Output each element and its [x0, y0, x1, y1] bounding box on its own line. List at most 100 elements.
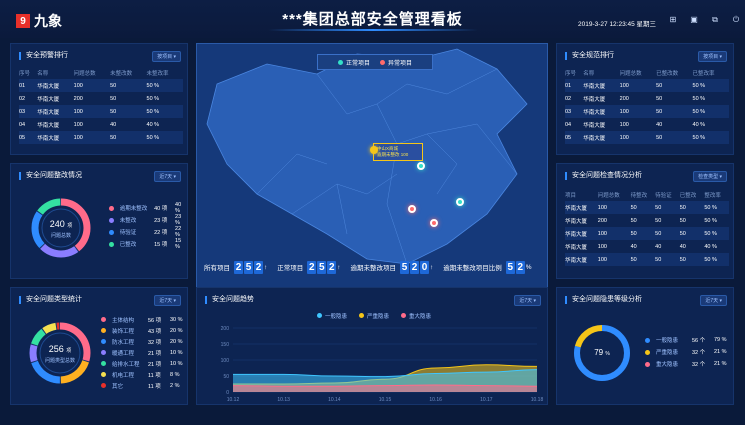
table-row[interactable]: 华南大厦 100 50 50 50 50 %	[565, 227, 729, 240]
legend-dot	[109, 205, 114, 211]
table-cell: 100	[73, 105, 111, 118]
x-tick-label: 10.18	[531, 397, 544, 403]
logo: 9 九象	[16, 11, 62, 31]
table-cell: 华南大厦	[37, 79, 74, 92]
column-header: 问题总数	[619, 70, 642, 77]
table-row[interactable]: 04 华南大厦 100 40 40 %	[19, 118, 183, 131]
inspection-table: 项目 问题总数 待整改 待验证 已整改 整改率 华南大厦 100 50 50 50 50 % 华南大厦 2…	[565, 188, 729, 266]
power-icon[interactable]: ⏻	[731, 15, 741, 25]
window-icon[interactable]: ▣	[689, 15, 699, 25]
table-cell: 40 %	[704, 243, 717, 250]
table-row[interactable]: 华南大厦 100 40 40 40 40 %	[565, 240, 729, 253]
legend-pct: 22 %	[175, 226, 182, 238]
panel-title: 安全规范排行	[565, 52, 614, 60]
types-total: 256 项	[48, 344, 72, 354]
filter-dropdown[interactable]: 近7天 ▾	[514, 295, 541, 306]
x-tick-label: 10.14	[328, 397, 341, 403]
table-cell: 100	[73, 79, 111, 92]
legend-item: 其它 11 项 2 %	[101, 380, 187, 391]
legend-item: 已整改 15 项 15 %	[109, 238, 187, 250]
y-tick-label: 200	[221, 326, 230, 332]
trend-legend-item: 重大隐患	[401, 312, 431, 320]
abnormal-project-marker[interactable]	[408, 204, 417, 213]
table-row[interactable]: 03 华南大厦 100 50 50 %	[565, 105, 729, 118]
stat-all-label: 所有项目	[204, 265, 230, 272]
table-cell: 华南大厦	[565, 201, 598, 214]
table-cell: 华南大厦	[583, 131, 620, 144]
digit-box: 2	[515, 260, 525, 274]
table-cell: 40 %	[692, 121, 706, 128]
project-stats: 所有项目 2 5 2 ↑ 正常项目 2 5 2 ↑ 逾期未整改项目 5 2 0 ↑ 逾期未整改项目…	[196, 256, 548, 278]
table-cell: 50	[656, 79, 693, 92]
standard-rank-table: 序号 名称 问题总数 已整改数 已整改率 01 华南大厦 100 50 50 % 02 华南大厦 200…	[565, 66, 729, 144]
legend-dot	[101, 317, 106, 322]
table-cell: 50	[630, 217, 637, 224]
column-header: 整改率	[704, 192, 721, 199]
digit-box: 5	[400, 260, 409, 274]
table-row[interactable]: 02 华南大厦 200 50 50 %	[19, 92, 183, 105]
legend-abnormal: 异常项目	[380, 58, 412, 67]
table-cell: 100	[597, 243, 607, 250]
filter-dropdown[interactable]: 检查类型 ▾	[693, 171, 727, 182]
column-header: 未整改数	[110, 70, 133, 77]
table-row[interactable]: 04 华南大厦 100 40 40 %	[565, 118, 729, 131]
legend-label: 其它	[112, 383, 124, 390]
normal-project-marker[interactable]	[455, 197, 464, 206]
map-tooltip: 中山X商城 逾期未整改 100	[373, 143, 423, 161]
legend-dot	[317, 313, 322, 318]
table-row[interactable]: 01 华南大厦 100 50 50 %	[565, 79, 729, 92]
table-cell: 50 %	[692, 95, 706, 102]
table-cell: 50	[110, 79, 147, 92]
table-cell: 100	[619, 121, 629, 128]
legend-count: 40 项	[154, 206, 168, 212]
column-header: 名称	[37, 70, 49, 77]
filter-dropdown[interactable]: 按项目 ▾	[698, 51, 727, 62]
table-cell: 50 %	[704, 227, 729, 240]
legend-dot	[645, 361, 650, 367]
table-cell: 50 %	[146, 95, 160, 102]
table-row[interactable]: 05 华南大厦 100 50 50 %	[565, 131, 729, 144]
grid-icon[interactable]: ⊞	[668, 15, 678, 25]
x-tick-label: 10.16	[429, 397, 442, 403]
types-legend: 主体结构 56 项 30 % 装饰工程 43 项 20 % 防水工程 32 项 20 % 暖通工程…	[101, 314, 187, 391]
tooltip-marker	[370, 146, 378, 154]
table-cell: 02	[565, 95, 572, 102]
table-row[interactable]: 03 华南大厦 100 50 50 %	[19, 105, 183, 118]
column-header: 问题总数	[73, 70, 96, 77]
filter-dropdown[interactable]: 近7天 ▾	[154, 295, 181, 306]
abnormal-project-marker[interactable]	[429, 219, 438, 228]
table-cell: 200	[619, 95, 629, 102]
fullscreen-icon[interactable]: ⧉	[710, 15, 720, 25]
table-cell: 华南大厦	[37, 96, 60, 103]
table-row[interactable]: 华南大厦 100 50 50 50 50 %	[565, 253, 729, 266]
table-row[interactable]: 01 华南大厦 100 50 50 %	[19, 79, 183, 92]
legend-pct: 15 %	[175, 238, 182, 250]
table-row[interactable]: 02 华南大厦 200 50 50 %	[565, 92, 729, 105]
legend-dot	[101, 328, 106, 333]
column-header: 已整改	[679, 192, 697, 199]
table-cell: 50 %	[704, 253, 729, 266]
table-cell: 50	[679, 253, 705, 266]
rectify-total: 240 项	[49, 219, 73, 229]
warning-rank-panel: 安全预警排行 按项目 ▾ 序号 名称 问题总数 未整改数 未整改率 01 华南大厦 100 50…	[10, 43, 188, 155]
table-row[interactable]: 华南大厦 200 50 50 50 50 %	[565, 214, 729, 227]
table-row[interactable]: 05 华南大厦 100 50 50 %	[19, 131, 183, 144]
filter-dropdown[interactable]: 近7天 ▾	[154, 171, 181, 182]
filter-dropdown[interactable]: 按项目 ▾	[152, 51, 181, 62]
legend-dot	[101, 339, 106, 344]
digit-box: 0	[420, 260, 429, 274]
column-header: 待验证	[655, 192, 672, 199]
legend-dot	[101, 383, 106, 388]
column-header: 已整改率	[692, 70, 715, 77]
table-cell: 50 %	[692, 79, 729, 92]
stat-arrow: ↑	[264, 263, 268, 271]
table-cell: 50 %	[704, 217, 717, 224]
stat-ratio-unit: %	[525, 263, 532, 271]
filter-dropdown[interactable]: 近7天 ▾	[700, 295, 727, 306]
table-cell: 100	[73, 131, 111, 144]
legend-pct: 10 %	[170, 360, 183, 367]
legend-pct: 20 %	[170, 327, 183, 334]
table-cell: 40	[679, 243, 686, 250]
table-row[interactable]: 华南大厦 100 50 50 50 50 %	[565, 201, 729, 214]
table-cell: 40	[656, 121, 663, 128]
